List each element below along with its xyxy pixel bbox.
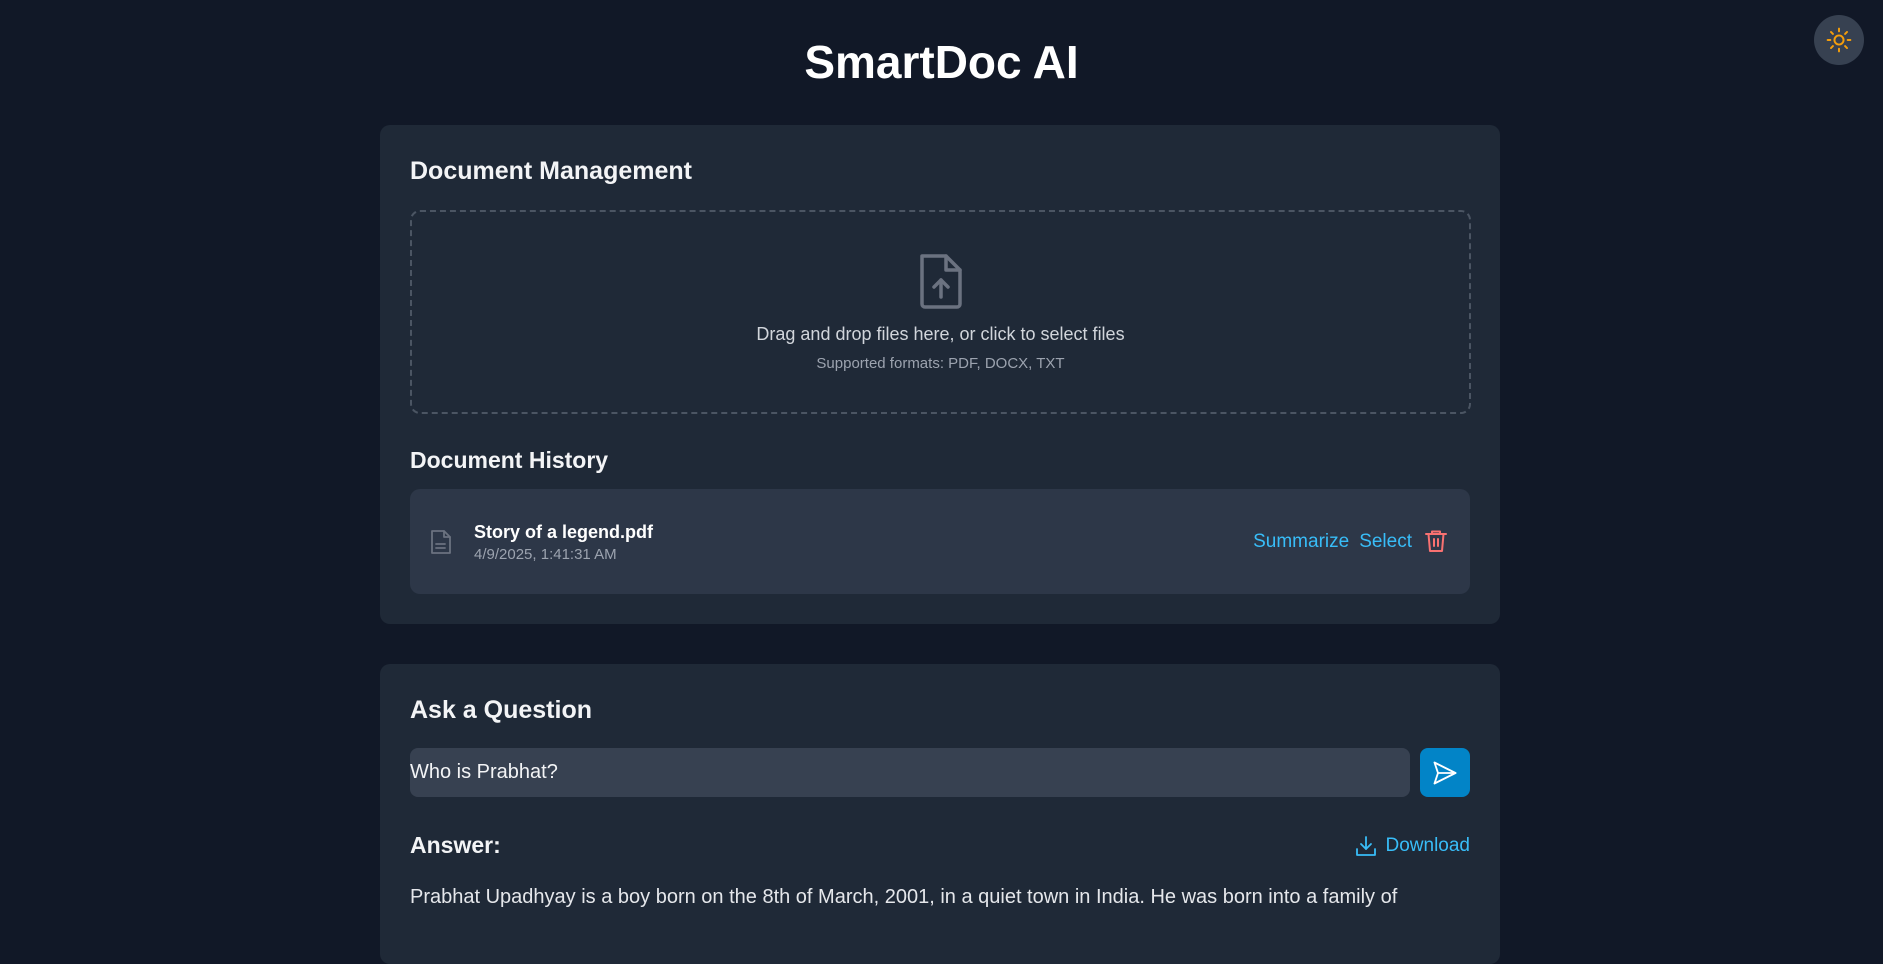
send-button[interactable]	[1420, 748, 1470, 797]
download-icon	[1355, 836, 1376, 856]
send-icon	[1433, 761, 1457, 784]
document-history-item: Story of a legend.pdf 4/9/2025, 1:41:31 …	[410, 489, 1470, 594]
file-dropzone[interactable]: Drag and drop files here, or click to se…	[410, 210, 1471, 414]
document-management-title: Document Management	[410, 157, 692, 185]
download-label: Download	[1385, 835, 1471, 856]
delete-button[interactable]	[1424, 529, 1448, 555]
ask-question-title: Ask a Question	[410, 696, 592, 724]
document-actions: Summarize Select	[1253, 529, 1448, 555]
file-text-icon	[431, 530, 451, 554]
answer-text: Prabhat Upadhyay is a boy born on the 8t…	[410, 886, 1398, 908]
answer-label: Answer:	[410, 832, 501, 858]
document-date: 4/9/2025, 1:41:31 AM	[474, 546, 617, 563]
select-button[interactable]: Select	[1359, 531, 1412, 553]
document-history-title: Document History	[410, 447, 609, 473]
question-input[interactable]	[410, 748, 1410, 797]
app-title: SmartDoc AI	[804, 36, 1079, 88]
document-name: Story of a legend.pdf	[474, 522, 654, 542]
dropzone-instructions: Drag and drop files here, or click to se…	[756, 324, 1125, 344]
ask-question-card: Ask a Question Answer: Download Prabhat …	[380, 664, 1500, 964]
dropzone-supported-formats: Supported formats: PDF, DOCX, TXT	[816, 355, 1065, 372]
file-upload-icon	[920, 254, 962, 309]
document-management-card: Document Management Drag and drop files …	[380, 125, 1500, 624]
trash-icon	[1425, 530, 1447, 552]
download-button[interactable]: Download	[1354, 834, 1471, 858]
summarize-button[interactable]: Summarize	[1253, 531, 1349, 553]
